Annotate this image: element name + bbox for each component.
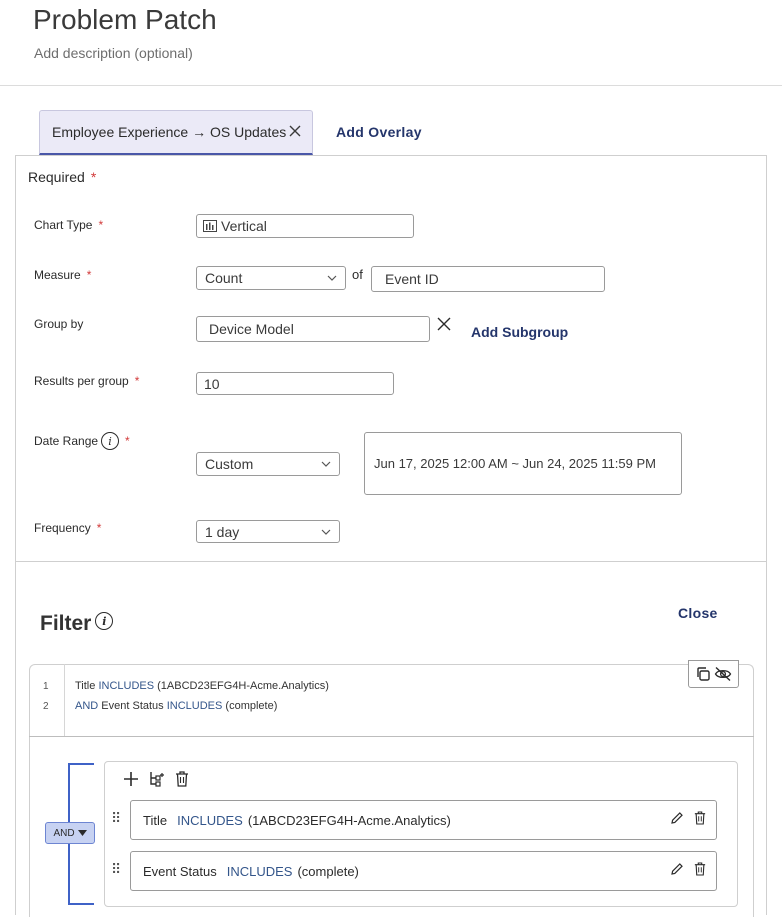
copy-icon[interactable] — [695, 666, 711, 682]
date-range-text: Jun 17, 2025 12:00 AM ~ Jun 24, 2025 11:… — [374, 456, 656, 471]
measure-value: Count — [205, 270, 243, 286]
date-range-select[interactable]: Custom — [196, 452, 340, 476]
add-overlay-button[interactable]: Add Overlay — [336, 124, 422, 140]
results-per-group-label: Results per group * — [34, 374, 140, 388]
info-icon[interactable]: i — [101, 432, 120, 450]
frequency-select[interactable]: 1 day — [196, 520, 340, 543]
trash-icon[interactable] — [694, 862, 706, 876]
section-divider — [15, 561, 767, 562]
line-number: 2 — [43, 701, 49, 712]
line-number: 1 — [43, 681, 49, 692]
drag-handle-icon[interactable]: ⠿ — [111, 810, 121, 827]
code-line: AND Event Status INCLUDES (complete) — [75, 700, 278, 712]
measure-select[interactable]: Count — [196, 266, 346, 290]
filter-title: Filter i — [40, 612, 114, 636]
date-range-value: Custom — [205, 456, 254, 472]
required-section-title: Required * — [28, 169, 97, 185]
group-toolbar — [123, 771, 189, 787]
code-line: Title INCLUDES (1ABCD23EFG4H-Acme.Analyt… — [75, 680, 329, 692]
chart-type-select[interactable]: Vertical — [196, 214, 414, 238]
header-divider — [0, 85, 782, 86]
results-per-group-input[interactable]: 10 — [196, 372, 394, 395]
and-operator-dropdown[interactable]: AND — [45, 822, 95, 844]
edit-icon[interactable] — [670, 862, 684, 876]
measure-label: Measure * — [34, 268, 92, 282]
chevron-down-icon — [321, 529, 331, 535]
chevron-down-icon — [327, 275, 337, 281]
frequency-value: 1 day — [205, 523, 240, 540]
hide-icon[interactable] — [714, 666, 732, 682]
add-subgroup-icon[interactable] — [149, 771, 165, 787]
bar-chart-icon — [203, 220, 217, 232]
date-range-picker[interactable]: Jun 17, 2025 12:00 AM ~ Jun 24, 2025 11:… — [364, 432, 682, 495]
frequency-label: Frequency * — [34, 521, 102, 535]
tab-employee-experience-os-updates[interactable]: Employee Experience → OS Updates — [39, 110, 313, 155]
tab-label: Employee Experience → OS Updates — [52, 124, 287, 140]
add-rule-icon[interactable] — [123, 771, 139, 787]
code-gutter — [64, 664, 65, 736]
trash-icon[interactable] — [175, 771, 189, 787]
group-by-value: Device Model — [209, 321, 294, 337]
info-icon[interactable]: i — [95, 612, 114, 630]
measure-field-value: Event ID — [385, 271, 439, 287]
trash-icon[interactable] — [694, 811, 706, 825]
rule-actions — [670, 862, 706, 876]
edit-icon[interactable] — [670, 811, 684, 825]
measure-of-text: of — [352, 267, 363, 282]
close-icon[interactable] — [286, 122, 304, 140]
chart-type-label: Chart Type * — [34, 218, 104, 232]
remove-group-icon[interactable] — [436, 316, 452, 332]
caret-down-icon — [77, 830, 87, 836]
rule-actions — [670, 811, 706, 825]
chevron-down-icon — [321, 461, 331, 467]
date-range-label: Date Range i * — [34, 432, 130, 450]
group-by-input[interactable]: Device Model — [196, 316, 430, 342]
results-per-group-value: 10 — [204, 375, 220, 392]
add-subgroup-button[interactable]: Add Subgroup — [471, 324, 568, 340]
close-filter-button[interactable]: Close — [678, 605, 718, 621]
page-title[interactable]: Problem Patch — [33, 4, 217, 36]
drag-handle-icon[interactable]: ⠿ — [111, 861, 121, 878]
code-toolbar — [688, 660, 739, 688]
measure-field-input[interactable]: Event ID — [371, 266, 605, 292]
filter-rule[interactable]: Event Status INCLUDES (complete) — [130, 851, 717, 891]
filter-rule[interactable]: Title INCLUDES (1ABCD23EFG4H-Acme.Analyt… — [130, 800, 717, 840]
description-field[interactable]: Add description (optional) — [34, 45, 193, 61]
group-by-label: Group by — [34, 317, 84, 331]
chart-type-value: Vertical — [221, 218, 267, 234]
